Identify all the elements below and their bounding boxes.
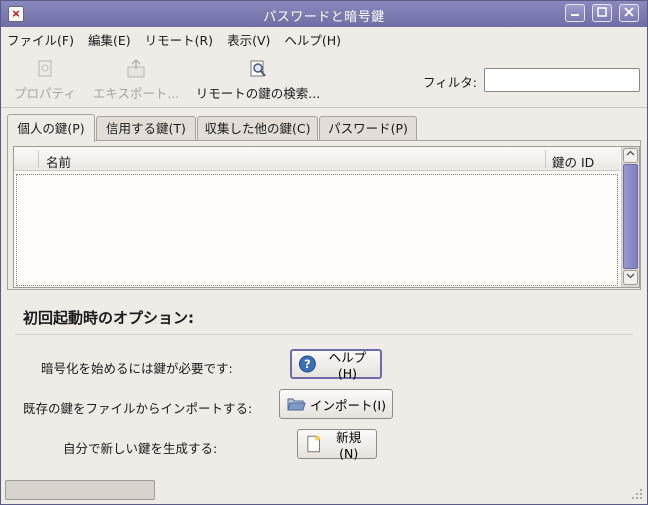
close-icon xyxy=(624,7,634,17)
import-button-label: インポート(I) xyxy=(310,397,386,413)
properties-icon xyxy=(38,60,52,77)
export-button[interactable]: エキスポート... xyxy=(89,59,183,102)
column-name[interactable]: 名前 xyxy=(46,152,71,171)
help-button-label: ヘルプ(H) xyxy=(328,350,367,381)
tab-panel: 名前 鍵の ID xyxy=(7,140,641,290)
chevron-down-icon xyxy=(626,273,635,279)
key-list[interactable]: 名前 鍵の ID xyxy=(13,146,640,288)
scroll-up-arrow[interactable] xyxy=(623,148,638,163)
export-label: エキスポート... xyxy=(92,86,180,101)
filter-label: フィルタ: xyxy=(423,75,477,90)
menu-view[interactable]: 表示(V) xyxy=(227,30,270,49)
option-label-new: 自分で新しい鍵を生成する: xyxy=(63,441,218,456)
option-label-help: 暗号化を始めるには鍵が必要です: xyxy=(41,361,233,376)
maximize-icon xyxy=(597,7,607,17)
properties-button[interactable]: プロパティ xyxy=(9,59,81,102)
menu-remote[interactable]: リモート(R) xyxy=(145,30,213,49)
svg-text:?: ? xyxy=(304,358,311,371)
resize-grip-icon[interactable] xyxy=(631,488,643,500)
properties-label: プロパティ xyxy=(14,86,76,101)
option-label-import: 既存の鍵をファイルからインポートする: xyxy=(23,401,253,416)
minimize-button[interactable] xyxy=(565,4,585,22)
menu-help[interactable]: ヘルプ(H) xyxy=(284,30,341,49)
chevron-up-icon xyxy=(626,150,635,156)
help-button[interactable]: ? ヘルプ(H) xyxy=(290,349,382,381)
main-window: × パスワードと暗号鍵 ファイル(F) 編集(E) リモート(R) 表示(V) … xyxy=(0,0,648,505)
options-divider xyxy=(15,334,633,335)
column-separator xyxy=(545,150,546,168)
status-progress xyxy=(5,480,155,500)
import-button[interactable]: インポート(I) xyxy=(279,389,393,419)
help-icon: ? xyxy=(298,355,316,373)
remote-search-button[interactable]: リモートの鍵の検索... xyxy=(191,59,325,102)
menu-bar: ファイル(F) 編集(E) リモート(R) 表示(V) ヘルプ(H) xyxy=(1,27,647,51)
list-scrollbar[interactable] xyxy=(621,147,639,287)
options-title: 初回起動時のオプション: xyxy=(23,309,194,327)
new-key-button[interactable]: 新規(N) xyxy=(297,429,377,461)
new-document-icon xyxy=(307,435,320,453)
scroll-thumb[interactable] xyxy=(623,164,638,269)
remote-search-label: リモートの鍵の検索... xyxy=(195,86,321,101)
title-bar[interactable]: × パスワードと暗号鍵 xyxy=(1,1,647,27)
new-key-button-label: 新規(N) xyxy=(336,430,362,461)
list-header: 名前 鍵の ID xyxy=(14,147,620,171)
folder-open-icon xyxy=(287,398,306,411)
menu-file[interactable]: ファイル(F) xyxy=(7,30,74,49)
list-body[interactable] xyxy=(16,174,618,286)
toolbar: プロパティ エキスポート... リモートの鍵の検索... フィルタ: xyxy=(1,53,647,108)
window-title: パスワードと暗号鍵 xyxy=(263,10,385,25)
column-key-id[interactable]: 鍵の ID xyxy=(552,152,594,171)
tab-trusted-keys[interactable]: 信用する鍵(T) xyxy=(96,116,196,140)
maximize-button[interactable] xyxy=(592,4,612,22)
export-icon xyxy=(127,59,145,78)
tab-personal-keys[interactable]: 個人の鍵(P) xyxy=(7,114,95,142)
close-button[interactable] xyxy=(619,4,639,22)
column-separator xyxy=(38,150,39,168)
tab-collected-keys[interactable]: 収集した他の鍵(C) xyxy=(197,116,318,140)
search-remote-icon xyxy=(250,60,266,77)
tab-passwords[interactable]: パスワード(P) xyxy=(319,116,417,140)
filter-input[interactable] xyxy=(484,68,640,92)
minimize-icon xyxy=(571,14,579,16)
menu-edit[interactable]: 編集(E) xyxy=(88,30,131,49)
scroll-down-arrow[interactable] xyxy=(623,270,638,285)
